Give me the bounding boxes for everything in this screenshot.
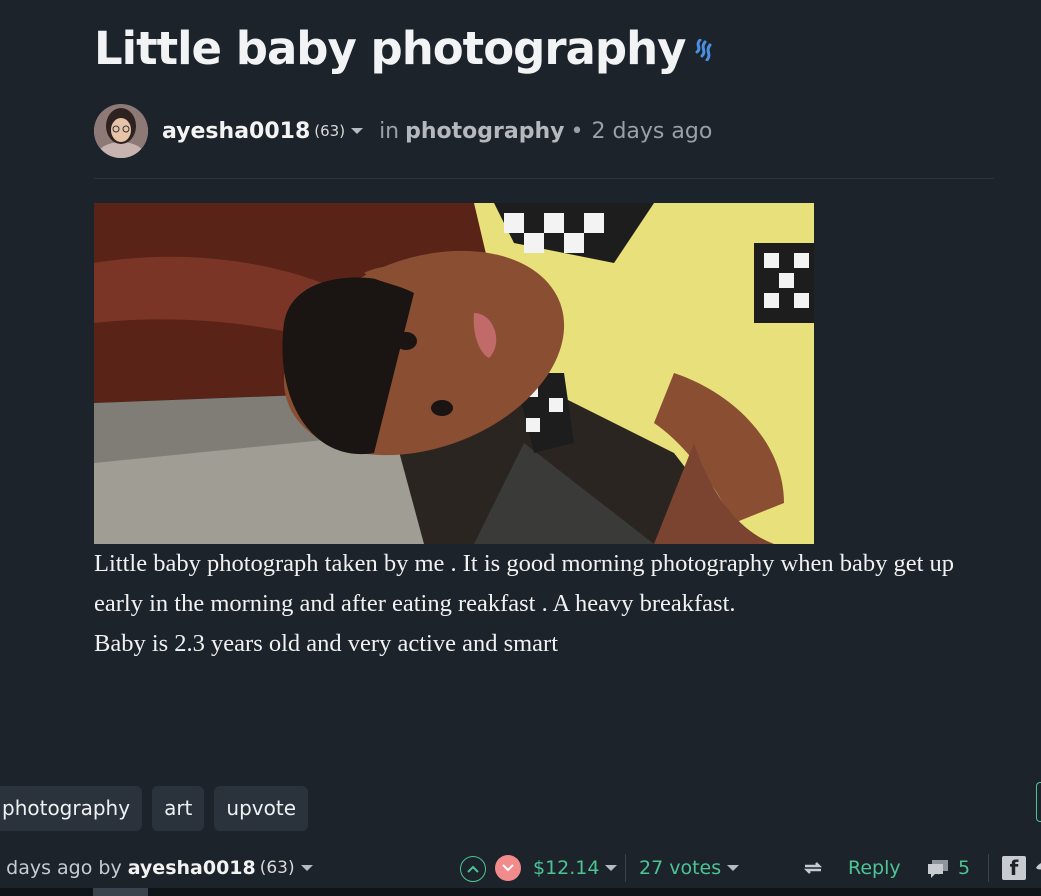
- separator-dot: •: [570, 118, 584, 144]
- votes-count[interactable]: 27 votes: [639, 846, 740, 890]
- header-divider: [94, 178, 994, 179]
- body-paragraph: Baby is 2.3 years old and very active an…: [94, 630, 559, 657]
- post-age: 2 days ago: [591, 118, 713, 144]
- downvote-icon[interactable]: [495, 855, 521, 881]
- category-link[interactable]: photography: [405, 119, 564, 144]
- comments-icon[interactable]: [926, 846, 950, 890]
- chevron-down-icon[interactable]: [727, 865, 740, 871]
- chevron-down-icon[interactable]: [300, 865, 313, 871]
- steem-logo-icon: [693, 19, 717, 72]
- footer-author[interactable]: ayesha0018: [128, 857, 256, 879]
- payout-value[interactable]: $12.14: [533, 846, 618, 890]
- reply-link[interactable]: Reply: [848, 846, 901, 890]
- reblog-icon[interactable]: [803, 846, 823, 890]
- post-body: Little baby photograph taken by me . It …: [94, 544, 994, 664]
- follow-button-edge[interactable]: [1036, 782, 1041, 822]
- tag-photography[interactable]: photography: [0, 786, 143, 831]
- footer-reputation: (63): [259, 858, 295, 878]
- author-reputation: (63): [314, 122, 346, 140]
- comment-count[interactable]: 5: [958, 846, 970, 890]
- twitter-icon[interactable]: [1034, 846, 1041, 890]
- chevron-down-icon[interactable]: [605, 865, 618, 871]
- footer-divider: [988, 854, 989, 882]
- tag-art[interactable]: art: [152, 786, 205, 831]
- tag-upvote[interactable]: upvote: [214, 786, 308, 831]
- chevron-down-icon[interactable]: [351, 128, 364, 134]
- footer-byline: 2 days ago by ayesha0018 (63): [0, 846, 313, 890]
- author-row: ayesha0018 (63) in photography • 2 days …: [94, 104, 1001, 158]
- post-footer: 2 days ago by ayesha0018 (63) $12.14 27 …: [0, 846, 1041, 890]
- post-title-text: Little baby photography: [94, 22, 686, 75]
- footer-divider: [625, 854, 626, 882]
- post-title: Little baby photography: [94, 22, 717, 75]
- author-name[interactable]: ayesha0018: [162, 119, 310, 144]
- in-label: in: [379, 118, 400, 144]
- tag-list: photography art upvote: [0, 786, 308, 831]
- facebook-icon[interactable]: f: [1002, 856, 1026, 880]
- votes-label: 27 votes: [639, 857, 722, 879]
- payout-amount: $12.14: [533, 857, 600, 879]
- horizontal-scrollbar[interactable]: [0, 888, 1041, 896]
- scrollbar-thumb[interactable]: [93, 888, 148, 896]
- author-avatar[interactable]: [94, 104, 148, 158]
- body-paragraph: Little baby photograph taken by me . It …: [94, 550, 955, 617]
- post-image: [94, 203, 814, 544]
- footer-age: 2 days ago by: [0, 857, 122, 879]
- upvote-icon[interactable]: [460, 856, 486, 882]
